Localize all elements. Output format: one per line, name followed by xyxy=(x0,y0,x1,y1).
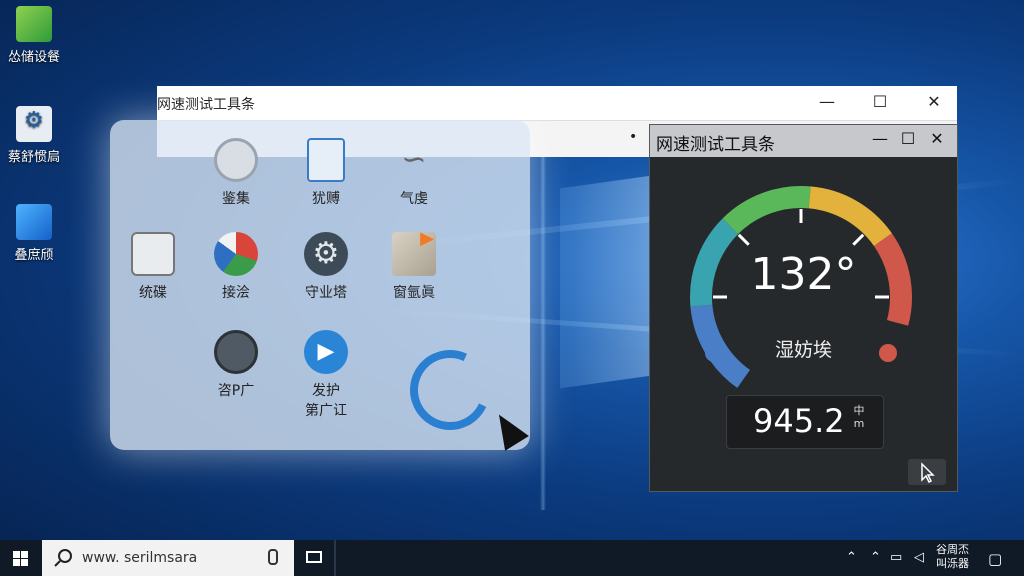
gear-document-icon: ⚙ xyxy=(16,106,52,142)
maximize-button[interactable]: ☐ xyxy=(894,129,922,148)
launcher-app[interactable]: ⚙ 守业塔 xyxy=(281,232,371,302)
gauge-value: 132° xyxy=(750,249,857,300)
launcher-app[interactable]: ▶ 发护 第广讧 xyxy=(281,330,371,420)
clock-icon xyxy=(214,330,258,374)
launcher-app[interactable]: ∽ 气虔 xyxy=(369,138,459,208)
launcher-app[interactable]: 犹赙 xyxy=(281,138,371,208)
launcher-app[interactable]: 接浍 xyxy=(191,232,281,302)
taskbar-divider xyxy=(334,540,336,576)
map-pin-icon: ▶ xyxy=(392,228,436,276)
launcher-app[interactable]: 咨P广 xyxy=(191,330,281,400)
blue-app-icon xyxy=(16,204,52,240)
task-view-icon[interactable] xyxy=(306,551,322,563)
desktop-icon[interactable]: 叠庶颀 xyxy=(4,204,64,263)
gauge-arc-segment xyxy=(808,186,892,247)
taskbar-search[interactable]: www. serilmsara xyxy=(42,540,294,576)
speed-readout: 945.2 中 m xyxy=(726,395,884,449)
gauge-window-titlebar[interactable]: 网速测试工具条 — ☐ ✕ xyxy=(650,125,957,157)
maximize-button[interactable]: ☐ xyxy=(865,92,895,111)
pointer-icon xyxy=(921,462,935,484)
signature-icon: ∽ xyxy=(401,142,427,177)
notification-icon[interactable]: ▢ xyxy=(988,550,1002,568)
windows-icon xyxy=(13,551,28,566)
tray-clock[interactable]: 谷周㶨 叫泺器 xyxy=(936,543,982,571)
main-window-title: 网速测试工具条 xyxy=(157,97,255,113)
launcher-app[interactable]: 统碟 xyxy=(108,232,198,302)
gauge-tick xyxy=(737,233,750,246)
pie-chart-icon xyxy=(214,232,258,276)
close-button[interactable]: ✕ xyxy=(919,92,949,111)
toolbox-icon xyxy=(131,232,175,276)
gauge-tick xyxy=(852,233,865,246)
gauge-window-title: 网速测试工具条 xyxy=(656,135,775,155)
close-button[interactable]: ✕ xyxy=(923,129,951,148)
start-button[interactable] xyxy=(0,540,42,576)
clipboard-icon xyxy=(307,138,345,182)
launcher-app[interactable]: 鉴集 xyxy=(191,138,281,208)
tray-battery-icon[interactable]: ▭ xyxy=(890,550,902,565)
gauge-label: 湿妨埃 xyxy=(774,339,832,361)
search-icon xyxy=(54,549,72,567)
tray-volume-icon[interactable]: ◁ xyxy=(914,550,924,565)
readout-unit: 中 m xyxy=(853,404,865,430)
desktop-icon[interactable]: ⚙ 蔡舒惯扃 xyxy=(4,106,64,165)
search-input[interactable]: www. serilmsara xyxy=(82,550,197,566)
readout-value: 945.2 xyxy=(753,402,845,440)
toolbar-dot-icon: • xyxy=(629,129,638,145)
microphone-icon[interactable] xyxy=(268,549,278,565)
settings-gear-icon: ⚙ xyxy=(304,232,348,276)
taskbar: www. serilmsara ⌃ ⌃ ▭ ◁ 谷周㶨 叫泺器 ▢ xyxy=(0,540,1024,576)
gauge-arc-segment xyxy=(722,186,811,235)
speed-gauge-window: 网速测试工具条 — ☐ ✕ 132° 湿妨埃 945.2 中 m xyxy=(649,124,958,492)
play-icon: ▶ xyxy=(304,330,348,374)
desktop-icon[interactable]: 怂储设餐 xyxy=(4,6,64,65)
minimize-button[interactable]: — xyxy=(866,129,894,148)
tray-network-icon[interactable]: ⌃ xyxy=(870,550,881,565)
pointer-button[interactable] xyxy=(908,459,946,485)
green-folder-icon xyxy=(16,6,52,42)
power-icon xyxy=(214,138,258,182)
launcher-app[interactable]: ▶ 窗氩眞 xyxy=(369,228,459,302)
minimize-button[interactable]: — xyxy=(812,92,842,111)
tray-chevron-icon[interactable]: ⌃ xyxy=(846,550,857,565)
